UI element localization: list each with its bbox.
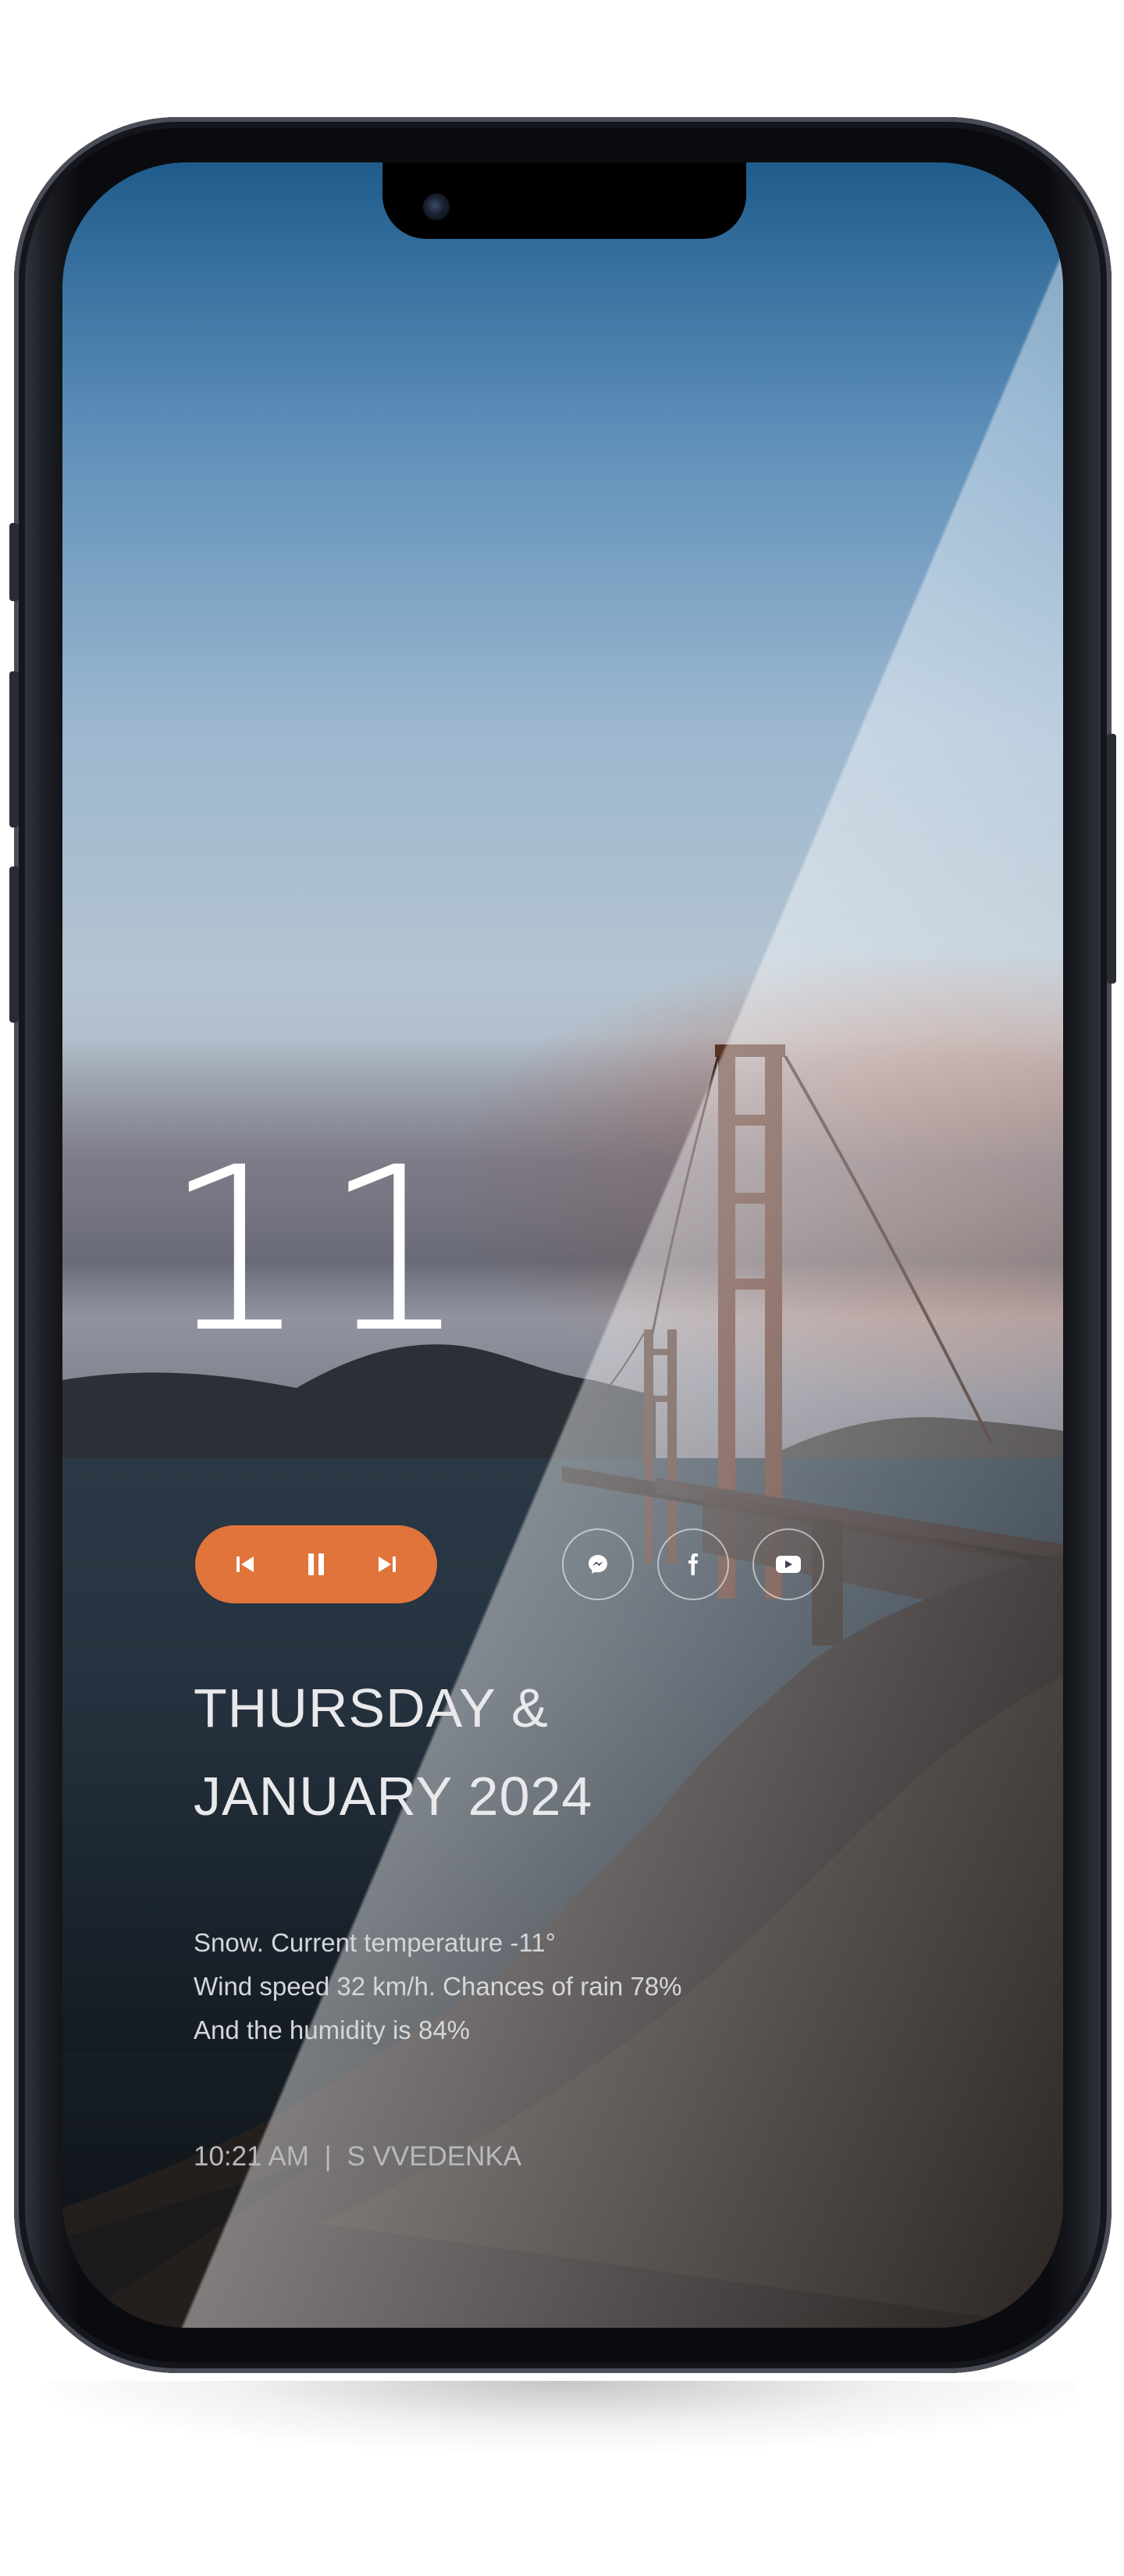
skip-previous-icon bbox=[237, 1557, 254, 1572]
footer-time: 10:21 AM bbox=[194, 2141, 309, 2172]
footer-credit: 10:21 AM | S VVEDENKA bbox=[194, 2141, 521, 2172]
date-month-year: JANUARY 2024 bbox=[194, 1766, 593, 1827]
weather-line-1: Snow. Current temperature -11° bbox=[194, 1928, 556, 1957]
skip-next-icon bbox=[379, 1557, 396, 1572]
date-weekday: THURSDAY & bbox=[194, 1678, 549, 1738]
phone-reflection bbox=[47, 2381, 1077, 2451]
volume-down-button bbox=[9, 866, 19, 1023]
youtube-button[interactable] bbox=[752, 1528, 824, 1600]
lock-screen: 11 THURSDAY & JANUARY 2024 Snow. Current… bbox=[62, 162, 1063, 2328]
phone-frame: 11 THURSDAY & JANUARY 2024 Snow. Current… bbox=[9, 117, 1116, 2373]
youtube-icon bbox=[776, 1556, 801, 1573]
silent-switch bbox=[9, 523, 19, 601]
previous-button[interactable] bbox=[224, 1542, 268, 1586]
facebook-button[interactable] bbox=[657, 1528, 729, 1600]
pause-button[interactable] bbox=[294, 1542, 338, 1586]
power-button bbox=[1107, 734, 1116, 984]
footer-separator: | bbox=[324, 2141, 332, 2172]
wallpaper-cliff bbox=[62, 1552, 1063, 2328]
weather-line-2: Wind speed 32 km/h. Chances of rain 78% bbox=[194, 1972, 682, 2001]
facebook-icon bbox=[688, 1553, 698, 1575]
footer-author: S VVEDENKA bbox=[347, 2141, 522, 2172]
pause-icon bbox=[308, 1553, 324, 1575]
volume-up-button bbox=[9, 671, 19, 827]
messenger-button[interactable] bbox=[562, 1528, 634, 1600]
media-player-pill bbox=[195, 1525, 437, 1603]
front-camera-icon bbox=[423, 194, 450, 220]
next-button[interactable] bbox=[365, 1542, 408, 1586]
messenger-icon bbox=[589, 1555, 607, 1574]
weather-line-3: And the humidity is 84% bbox=[194, 2016, 471, 2044]
day-number: 11 bbox=[164, 1119, 484, 1382]
